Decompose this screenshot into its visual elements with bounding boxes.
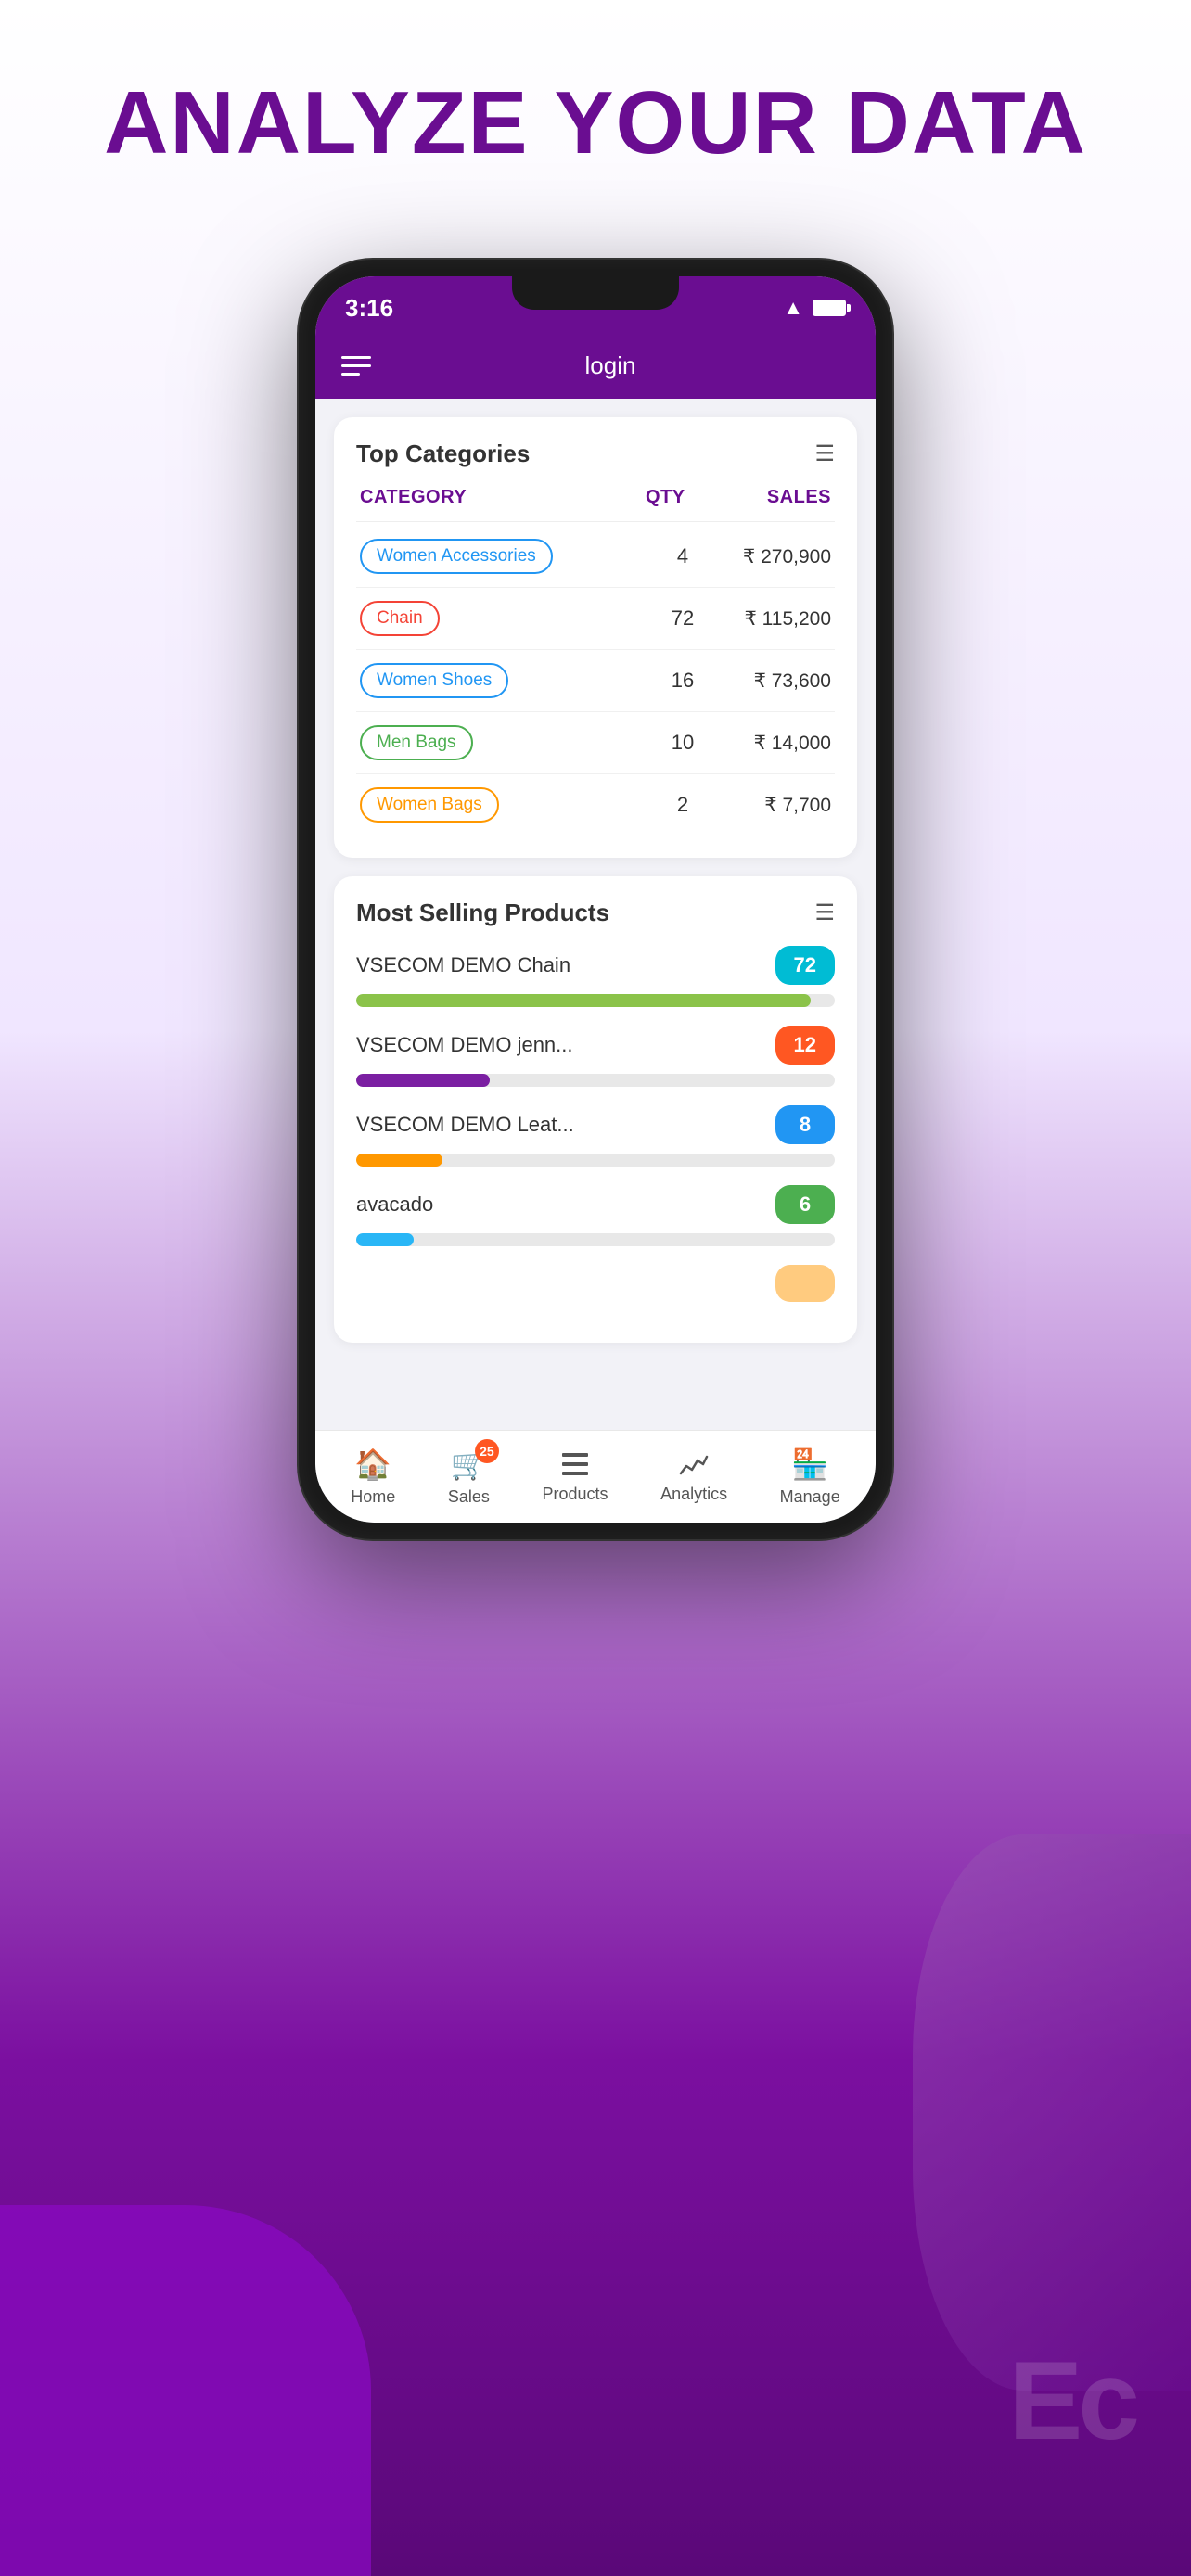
card-header: Top Categories ☰ (356, 440, 835, 468)
qty-cell: 2 (646, 793, 720, 817)
top-categories-card: Top Categories ☰ CATEGORY QTY SALES Wome… (334, 417, 857, 858)
table-header: CATEGORY QTY SALES (356, 487, 835, 522)
deco-shape-right (913, 1834, 1191, 2391)
sales-cell: ₹ 14,000 (720, 732, 831, 755)
most-selling-card: Most Selling Products ☰ VSECOM DEMO Chai… (334, 876, 857, 1343)
sales-cell: ₹ 115,200 (720, 607, 831, 631)
phone-notch (512, 276, 679, 310)
hamburger-line-1 (341, 356, 371, 359)
category-badge: Women Shoes (360, 663, 508, 698)
progress-bar-fill (356, 1154, 442, 1167)
nav-title: login (371, 351, 850, 380)
col-sales: SALES (720, 487, 831, 508)
phone-outer: 3:16 ▲ login Top (299, 260, 892, 1539)
category-cell: Women Accessories (360, 539, 646, 574)
product-item: VSECOM DEMO Chain 72 (356, 946, 835, 1007)
sales-cell: ₹ 7,700 (720, 794, 831, 817)
product-badge (775, 1265, 835, 1302)
phone-frame: 3:16 ▲ login Top (299, 260, 892, 1539)
nav-item-products[interactable]: Products (529, 1442, 621, 1511)
category-badge: Men Bags (360, 725, 473, 760)
table-row: Chain 72 ₹ 115,200 (356, 588, 835, 650)
qty-cell: 10 (646, 731, 720, 755)
most-selling-title: Most Selling Products (356, 899, 609, 927)
hamburger-menu[interactable] (341, 356, 371, 376)
home-icon: 🏠 (354, 1447, 391, 1482)
content-area: Top Categories ☰ CATEGORY QTY SALES Wome… (315, 399, 876, 1430)
phone-screen: 3:16 ▲ login Top (315, 276, 876, 1523)
progress-bar-fill (356, 1233, 414, 1246)
category-cell: Women Bags (360, 787, 646, 823)
table-row: Women Accessories 4 ₹ 270,900 (356, 526, 835, 588)
category-cell: Men Bags (360, 725, 646, 760)
sales-cell: ₹ 270,900 (720, 545, 831, 568)
top-categories-title: Top Categories (356, 440, 530, 468)
product-row: avacado 6 (356, 1185, 835, 1224)
table-row: Women Bags 2 ₹ 7,700 (356, 774, 835, 835)
table-row: Women Shoes 16 ₹ 73,600 (356, 650, 835, 712)
product-item: VSECOM DEMO Leat... 8 (356, 1105, 835, 1167)
bottom-nav: 🏠 Home 25 🛒 Sales Products (315, 1430, 876, 1523)
product-row (356, 1265, 835, 1302)
qty-cell: 16 (646, 669, 720, 693)
category-badge: Women Bags (360, 787, 499, 823)
sales-badge: 25 (475, 1439, 499, 1463)
main-heading: ANALYZE YOUR DATA (0, 74, 1191, 172)
product-name: VSECOM DEMO jenn... (356, 1033, 573, 1057)
product-badge: 8 (775, 1105, 835, 1144)
nav-label-manage: Manage (780, 1487, 840, 1507)
progress-bar-container (356, 1074, 835, 1087)
product-name: VSECOM DEMO Leat... (356, 1113, 574, 1137)
product-badge: 6 (775, 1185, 835, 1224)
product-name: avacado (356, 1192, 433, 1217)
col-category: CATEGORY (360, 487, 646, 508)
filter-icon[interactable]: ☰ (814, 440, 835, 467)
progress-bar-container (356, 1154, 835, 1167)
category-cell: Women Shoes (360, 663, 646, 698)
status-icons: ▲ (783, 296, 846, 320)
progress-bar-fill (356, 994, 811, 1007)
product-badge: 12 (775, 1026, 835, 1065)
nav-label-home: Home (351, 1487, 395, 1507)
product-badge: 72 (775, 946, 835, 985)
top-nav: login (315, 332, 876, 399)
nav-item-home[interactable]: 🏠 Home (338, 1439, 408, 1514)
product-item: avacado 6 (356, 1185, 835, 1246)
analytics-icon (679, 1449, 709, 1479)
qty-cell: 72 (646, 606, 720, 631)
status-time: 3:16 (345, 294, 393, 323)
wifi-icon: ▲ (783, 296, 803, 320)
product-row: VSECOM DEMO Leat... 8 (356, 1105, 835, 1144)
nav-item-manage[interactable]: 🏪 Manage (767, 1439, 853, 1514)
category-cell: Chain (360, 601, 646, 636)
manage-icon: 🏪 (791, 1447, 828, 1482)
deco-shape-left (0, 2205, 371, 2576)
product-row: VSECOM DEMO Chain 72 (356, 946, 835, 985)
nav-label-products: Products (542, 1485, 608, 1504)
battery-icon (813, 300, 846, 316)
category-badge: Chain (360, 601, 440, 636)
nav-label-analytics: Analytics (660, 1485, 727, 1504)
product-name: VSECOM DEMO Chain (356, 953, 570, 977)
product-item: VSECOM DEMO jenn... 12 (356, 1026, 835, 1087)
progress-bar-container (356, 1233, 835, 1246)
product-item (356, 1265, 835, 1302)
progress-bar-fill (356, 1074, 490, 1087)
filter-icon-2[interactable]: ☰ (814, 899, 835, 926)
table-row: Men Bags 10 ₹ 14,000 (356, 712, 835, 774)
category-badge: Women Accessories (360, 539, 553, 574)
logo-watermark: Ec (1008, 2337, 1135, 2465)
hamburger-line-2 (341, 364, 371, 367)
qty-cell: 4 (646, 544, 720, 568)
products-icon (560, 1449, 590, 1479)
hamburger-line-3 (341, 373, 360, 376)
card-header: Most Selling Products ☰ (356, 899, 835, 927)
progress-bar-container (356, 994, 835, 1007)
col-qty: QTY (646, 487, 720, 508)
nav-label-sales: Sales (448, 1487, 490, 1507)
nav-item-sales[interactable]: 25 🛒 Sales (435, 1439, 503, 1514)
sales-cell: ₹ 73,600 (720, 670, 831, 693)
product-row: VSECOM DEMO jenn... 12 (356, 1026, 835, 1065)
nav-item-analytics[interactable]: Analytics (647, 1442, 740, 1511)
